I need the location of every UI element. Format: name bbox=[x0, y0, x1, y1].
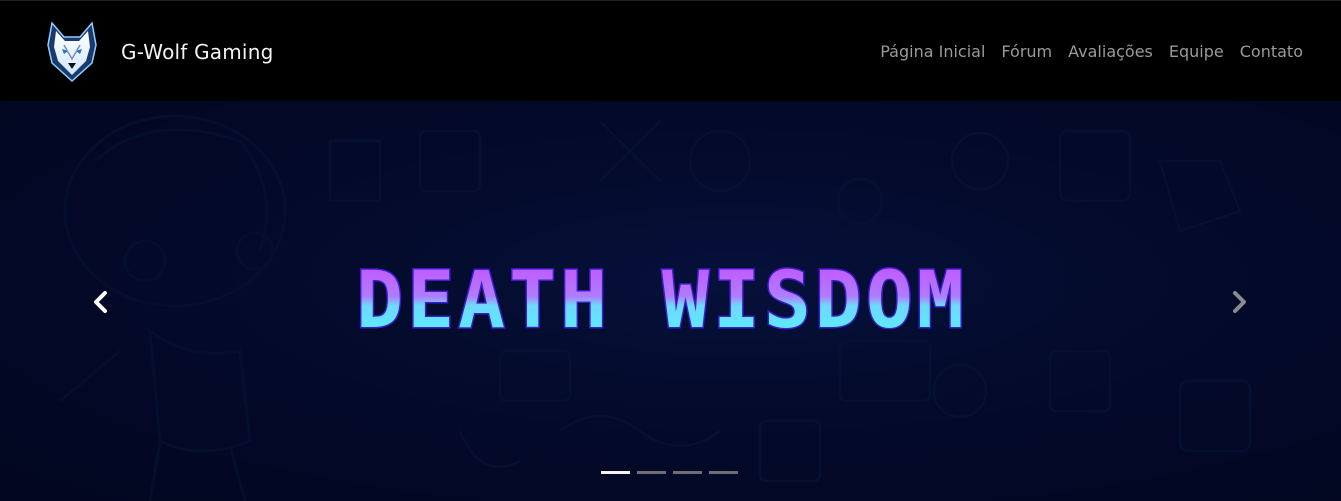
chevron-right-icon bbox=[1233, 291, 1246, 313]
nav-link-team[interactable]: Equipe bbox=[1161, 41, 1232, 63]
carousel-prev-button[interactable] bbox=[80, 284, 120, 320]
brand-name: G-Wolf Gaming bbox=[121, 40, 274, 64]
carousel-indicator-3[interactable] bbox=[673, 471, 702, 474]
carousel-next-button[interactable] bbox=[1220, 284, 1260, 320]
brand-link[interactable]: G-Wolf Gaming bbox=[44, 19, 273, 85]
nav-link-forum[interactable]: Fórum bbox=[993, 41, 1060, 63]
carousel-indicator-2[interactable] bbox=[637, 471, 666, 474]
nav-item-team: Equipe bbox=[1161, 41, 1232, 63]
carousel-indicators bbox=[601, 471, 738, 474]
slide-title-text: DEATH WISDOM bbox=[356, 261, 968, 341]
nav-item-home: Página Inicial bbox=[872, 41, 993, 63]
nav-item-forum: Fórum bbox=[993, 41, 1060, 63]
navbar: G-Wolf Gaming Página Inicial Fórum Avali… bbox=[0, 0, 1341, 101]
nav-link-contact[interactable]: Contato bbox=[1232, 41, 1303, 63]
main-nav: Página Inicial Fórum Avaliações Equipe C… bbox=[872, 41, 1303, 63]
slide-title: DEATH WISDOM bbox=[0, 261, 1341, 341]
carousel-indicator-1[interactable] bbox=[601, 471, 630, 474]
hero-carousel: DEATH WISDOM bbox=[0, 101, 1341, 501]
slide-title-graphic: DEATH WISDOM bbox=[355, 261, 968, 341]
nav-item-reviews: Avaliações bbox=[1060, 41, 1161, 63]
nav-item-contact: Contato bbox=[1232, 41, 1303, 63]
chevron-left-icon bbox=[94, 291, 107, 313]
nav-link-reviews[interactable]: Avaliações bbox=[1060, 41, 1161, 63]
carousel-indicator-4[interactable] bbox=[709, 471, 738, 474]
nav-link-home[interactable]: Página Inicial bbox=[872, 41, 993, 63]
wolf-head-icon bbox=[47, 21, 97, 83]
